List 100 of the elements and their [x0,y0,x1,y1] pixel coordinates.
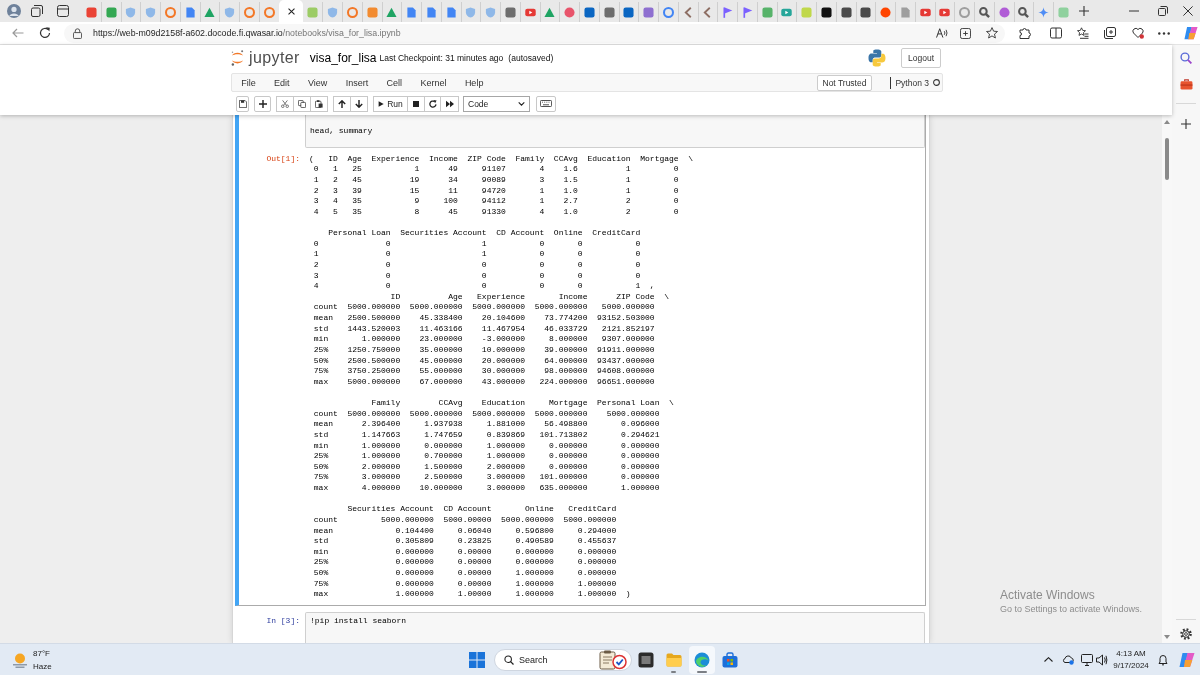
stop-button[interactable] [407,95,425,112]
autosave-status: (autosaved) [508,53,554,63]
output-text: Securities Account CD Account Online CreditCard count 5000.000000 5000.00000 5000.000000 5000.000000 mean 0.104400 0.06040 0.596800 0.294000 std 0.305809 0.23825 0.490589 0.455637 min 0.000000 0.00000 0.000000 0.000000 25% 0.000000 0.00000 0.000000 0.000000 50% 0.000000 0.00000 1.000000 0.000000 75% 0.000000 0.00000 1.000000 1.000000 max 1.000000 1.00000 1.000000 1.000000 ) [312,504,631,600]
puzzle-icon[interactable] [1019,27,1031,39]
run-button[interactable]: Run [373,95,408,112]
cut-button[interactable] [276,95,294,112]
window-icon [637,651,654,668]
restart-button[interactable] [424,95,441,112]
logout-button[interactable]: Logout [901,48,941,68]
swirl-icon[interactable] [1184,26,1198,40]
logo-text[interactable]: jupyter [249,49,300,67]
monitor-icon[interactable] [1081,653,1093,666]
save-button[interactable] [236,95,249,112]
collections-icon[interactable] [1104,27,1116,39]
scroll-thumb[interactable] [1165,138,1169,180]
speaker-icon[interactable] [1096,653,1108,666]
move-up-button[interactable] [333,95,351,112]
bell-icon[interactable] [1158,653,1168,666]
restore-icon[interactable] [1158,6,1168,16]
code-cell[interactable]: In [3]: !pip install seaborn [235,607,926,643]
notebook-name[interactable]: visa_for_lisa [309,51,377,65]
code-input[interactable]: !pip install seaborn [305,611,925,643]
menu-item[interactable]: Cell [377,77,412,88]
lock-icon[interactable] [73,27,82,39]
run-all-button[interactable] [440,95,459,112]
checkpoint-text: Last Checkpoint: 31 minutes ago [379,53,504,63]
cloud-icon[interactable] [1062,654,1074,665]
keyboard-icon [540,100,552,107]
avatar-icon[interactable] [7,4,21,18]
chevron-up-icon[interactable] [1044,657,1053,662]
plus-icon[interactable] [1181,119,1191,129]
output-text: Family CCAvg Education Mortgage Personal Loan \ count 5000.000000 5000.000000 5000.000000 5000.000000 5000.000000 mean 2.396400 1.937938 1.881000 56.498800 0.096000 std 1.147663 1.747659 0.839869 101.713802 0.294621 min 1.000000 0.000000 1.000000 0.000000 0.000000 25% 1.000000 0.700000 1.000000 0.000000 0.000000 50% 2.000000 1.500000 2.000000 0.000000 0.000000 75% 3.000000 2.500000 3.000000 101.000000 0.000000 max 4.000000 10.000000 3.000000 635.000000 1.000000 [312,398,674,494]
copy-button[interactable] [293,95,311,112]
reload-icon[interactable] [39,27,51,39]
toolbox-icon[interactable] [1179,79,1193,90]
weather-condition[interactable]: Haze [33,659,52,673]
arcs-logo-icon[interactable] [231,50,244,66]
arrow-up-icon [338,99,346,108]
read-aloud-icon[interactable] [936,28,948,38]
four-squares-icon[interactable] [469,651,485,668]
copy-icon [298,99,306,108]
sun-icon[interactable] [12,651,28,668]
menu-item[interactable]: Help [455,77,493,88]
fast-forward-icon [445,99,454,108]
kernel-logo-icon [868,49,886,67]
bag-icon [721,651,738,668]
scissors-icon [281,99,289,108]
more-icon[interactable] [1158,31,1170,35]
close-icon[interactable] [1183,6,1193,16]
swirl-icon[interactable] [1179,651,1195,668]
keyboard-button[interactable] [536,95,556,112]
app-plus-icon[interactable] [960,27,971,39]
trust-button[interactable]: Not Trusted [816,74,873,91]
code-input[interactable]: head, summary [305,115,925,148]
menu-item[interactable]: Insert [336,77,378,88]
menu-item[interactable]: Kernel [411,77,456,88]
split-screen-icon[interactable] [1050,27,1062,39]
menu-item[interactable]: View [298,77,337,88]
address-bar[interactable]: https://web-m09d2158f-a602.docode.fi.qwasar.io/notebooks/visa_for_lisa.ipynb [64,23,1005,43]
paste-button[interactable] [310,95,328,112]
menu-item[interactable]: Edit [264,77,299,88]
search-bar[interactable]: Search [494,648,632,671]
scrollbar[interactable] [1162,115,1172,643]
activation-message: Go to Settings to activate Windows. [1000,604,1143,615]
url-text[interactable]: https://web-m09d2158f-a602.docode.fi.qwasar.io/notebooks/visa_for_lisa.ipynb [93,28,401,38]
settings-icon[interactable] [1180,628,1192,640]
caret-icon [518,101,525,106]
plus-icon[interactable] [1078,6,1089,16]
output-text: ( ID Age Experience Income ZIP Code Family CCAvg Education Mortgage \ 0 1 25 1 49 91107 4 1.6 1 0 1 2 45 19 34 90089 3 1.5 1 0 2 3 39 15 11 94720 1 1.0 1 0 3 4 35 9 100 94112 1 2.7 2 0 4 5 35 8 45 91330 4 1.0 2 0 [309,153,694,218]
menu-item[interactable]: File [232,77,265,88]
ring-icon [933,79,940,86]
close-icon[interactable] [287,7,295,15]
search-icon [504,654,514,665]
clock-time[interactable]: 4:13 AM [1116,647,1146,660]
clipboard-icon [599,649,627,670]
add-cell-button[interactable] [254,95,271,112]
search-icon[interactable] [1180,52,1192,64]
activation-title: Activate Windows [1000,588,1096,603]
square-icon [413,100,419,107]
search-field[interactable]: Search [519,653,551,666]
clock-date[interactable]: 9/17/2024 [1113,659,1149,672]
circular-arrow-icon [428,99,437,108]
back-arrow-icon[interactable] [12,28,24,38]
stack-icon[interactable] [31,5,43,17]
heart-icon[interactable] [1132,27,1144,39]
wave-icon [693,651,710,668]
weather-temperature[interactable]: 87°F [33,646,52,660]
star-icon[interactable] [986,27,998,39]
play-icon [378,100,385,107]
code-cell[interactable] [235,115,926,606]
output-text: Personal Loan Securities Account CD Account Online CreditCard 0 0 1 0 0 0 1 0 1 0 0 0 2 0 0 0 0 0 3 0 0 0 0 0 4 0 0 0 0 1 , ID Age Experience Income ZIP Code \ count 5000.000000 5000.000000 5000.000000 5000.000000 5000.000000 mean 2500.500000 45.338400 20.104600 73.774200 93152.503000 std 1443.520003 11.463166 11.467954 46.033729 2121.852197 min 1.000000 23.000000 -3.000000 8.000000 9307.000000 25% 1250.750000 35.000000 10.000000 39.000000 91911.000000 50% 2500.500000 45.000000 20.000000 64.000000 93437.000000 75% 3750.250000 55.000000 30.000000 98.000000 94608.000000 max 5000.000000 67.000000 43.000000 224.000000 96651.000000 [312,228,670,388]
move-down-button[interactable] [350,95,368,112]
cell-type-select[interactable]: Code [463,95,530,112]
favorites-icon[interactable] [1077,27,1089,39]
panel-icon[interactable] [57,5,69,17]
floppy-icon [238,99,247,108]
triangle-up-icon[interactable] [1164,120,1170,124]
clipboard-icon [315,99,323,108]
kernel-name[interactable]: Python 3 [890,76,929,89]
triangle-down-icon[interactable] [1164,635,1170,639]
